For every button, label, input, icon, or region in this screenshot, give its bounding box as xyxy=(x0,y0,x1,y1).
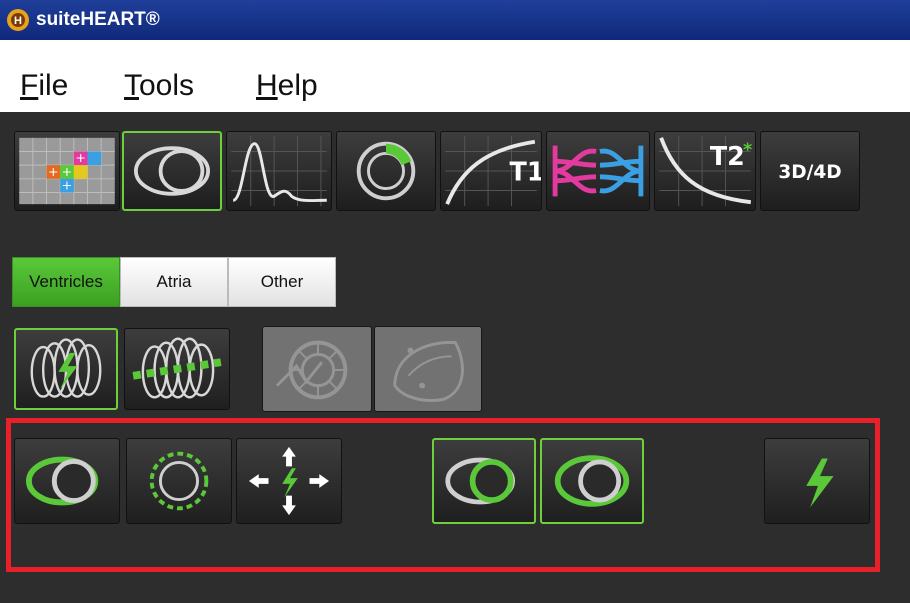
t2-curve-icon: T2 * xyxy=(659,135,752,207)
segment-range-button[interactable] xyxy=(124,328,230,410)
long-axis-button[interactable] xyxy=(374,326,482,412)
menu-help-mnemonic: H xyxy=(256,69,278,102)
t1-curve-icon: T1 xyxy=(445,135,541,207)
menu-tools-label: ools xyxy=(139,69,195,102)
svg-text:+: + xyxy=(75,150,86,165)
svg-text:+: + xyxy=(48,164,59,179)
app-icon: H xyxy=(7,9,29,31)
rv-insertion-button[interactable] xyxy=(262,326,372,412)
3d-4d-button[interactable]: 3D/4D xyxy=(760,131,860,211)
matrix-viewer-button[interactable]: + + + + xyxy=(14,131,120,211)
3d-4d-label: 3D/4D xyxy=(778,162,841,183)
t2-label: T2 xyxy=(710,141,745,171)
window-title: suiteHEART® xyxy=(36,9,160,30)
svg-text:H: H xyxy=(14,15,22,27)
segment-wheel-icon xyxy=(275,340,348,400)
highlight-box xyxy=(6,418,880,572)
stack-lightning-icon xyxy=(30,338,102,398)
flow-analysis-button[interactable] xyxy=(226,131,332,211)
matrix-icon: + + + + xyxy=(19,137,115,205)
menu-help[interactable]: Help xyxy=(256,69,318,103)
menu-help-label: elp xyxy=(277,69,318,102)
t1-label: T1 xyxy=(510,157,541,187)
shunt-analysis-button[interactable] xyxy=(546,131,650,211)
t2-star-mark: * xyxy=(743,140,752,160)
long-axis-icon xyxy=(393,341,464,402)
menu-tools[interactable]: Tools xyxy=(124,69,194,103)
myocardium-ring-icon xyxy=(356,141,416,201)
menu-file[interactable]: File xyxy=(20,69,68,103)
flow-curve-icon xyxy=(231,135,327,207)
ventricle-icon xyxy=(134,146,210,196)
shunt-icon xyxy=(552,145,644,197)
tab-atria[interactable]: Atria xyxy=(120,257,228,307)
3d-4d-icon: 3D/4D xyxy=(778,162,841,183)
menu-file-mnemonic: F xyxy=(20,69,39,102)
t2-star-button[interactable]: T2 * xyxy=(654,131,756,211)
title-bar: H suiteHEART® xyxy=(0,0,910,40)
menu-tools-mnemonic: T xyxy=(124,69,139,102)
menu-file-label: ile xyxy=(38,69,69,102)
tab-other[interactable]: Other xyxy=(228,257,336,307)
stack-range-icon xyxy=(132,337,222,399)
function-analysis-button[interactable] xyxy=(122,131,222,211)
analysis-mode-tabs: Ventricles Atria Other xyxy=(12,257,336,307)
t1-mapping-button[interactable]: T1 xyxy=(440,131,542,211)
myocardial-evaluation-button[interactable] xyxy=(336,131,436,211)
svg-text:+: + xyxy=(62,178,73,193)
auto-segment-all-button[interactable] xyxy=(14,328,118,410)
tab-ventricles[interactable]: Ventricles xyxy=(12,257,120,307)
menu-bar: File Tools Help xyxy=(0,40,910,112)
